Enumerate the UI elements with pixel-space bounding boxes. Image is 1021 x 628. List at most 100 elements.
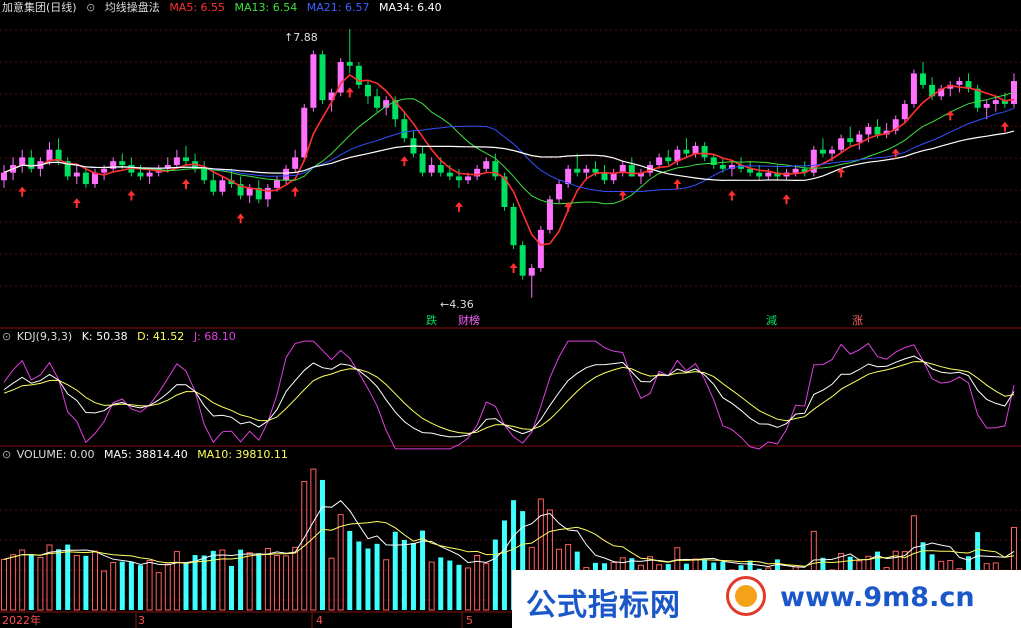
candle-body [82, 172, 89, 185]
candle-body [574, 168, 581, 173]
volume-bar [447, 560, 453, 610]
watermark-text: 公式指标网 [526, 588, 681, 623]
candle-body [656, 157, 663, 165]
vol-ma10-value: MA10: 39810.11 [197, 448, 288, 461]
x-axis-label: 3 [138, 614, 145, 627]
stock-name: 加意集团(日线) [2, 1, 77, 14]
kdj-name: KDJ(9,3,3) [16, 330, 73, 343]
candle-body [856, 134, 863, 143]
candle-body [601, 172, 608, 181]
volume-bar [91, 550, 98, 611]
candle-body [292, 157, 299, 169]
candle-body [182, 157, 189, 162]
candle-body [847, 138, 854, 143]
volume-bar [420, 530, 426, 610]
volume-bar [137, 565, 143, 610]
candle-body [446, 172, 453, 177]
volume-bar [83, 555, 89, 610]
watermark-banner: 公式指标网 www.9m8.cn [512, 570, 1021, 628]
candle-body [310, 54, 317, 108]
volume-bar [356, 541, 362, 610]
volume-bar [383, 559, 390, 611]
candle-body [692, 145, 699, 154]
volume-bar [101, 570, 108, 611]
candle-body [792, 168, 799, 173]
volume-bar [56, 549, 62, 610]
watermark-url: www.9m8.cn [780, 582, 975, 613]
candle-body [683, 149, 690, 154]
ma13-value: MA13: 6.54 [234, 1, 298, 14]
volume-bar [283, 555, 290, 611]
volume-bar [192, 555, 198, 610]
candle-body [1, 172, 7, 181]
volume-bar [256, 553, 262, 610]
candle-body [819, 149, 826, 154]
buy-arrow-icon [782, 194, 791, 205]
dropdown-icon[interactable]: ⊙ [86, 1, 95, 14]
buy-arrow-icon [1000, 121, 1009, 132]
price-chart[interactable] [0, 0, 1021, 628]
volume-bar [10, 554, 17, 611]
volume-bar [392, 531, 398, 610]
chart-stage[interactable] [0, 0, 1021, 628]
volume-bar [19, 549, 26, 611]
ma34-value: MA34: 6.40 [378, 1, 442, 14]
buy-arrow-icon [345, 87, 354, 98]
candle-body [283, 168, 290, 181]
volume-bar [273, 554, 280, 611]
x-axis-label: 4 [316, 614, 323, 627]
candle-body [119, 161, 126, 165]
candle-body [701, 145, 708, 158]
ma21-value: MA21: 6.57 [306, 1, 370, 14]
buy-arrow-icon [18, 186, 27, 197]
volume-bar [410, 543, 416, 610]
candle-body [510, 206, 517, 246]
volume-bar [73, 554, 80, 611]
candle-body [355, 65, 362, 85]
volume-ma5-line [3, 500, 1015, 568]
candle-body [901, 103, 908, 120]
watermark-logo-icon [726, 576, 766, 616]
kdj-dropdown-icon[interactable]: ⊙ [2, 330, 11, 343]
signal-label: 财榜 [458, 314, 480, 327]
vol-name: VOLUME: 0.00 [16, 448, 95, 461]
candle-body [273, 180, 280, 188]
vol-dropdown-icon[interactable]: ⊙ [2, 448, 11, 461]
signal-label: 減 [766, 314, 777, 327]
volume-bar [238, 549, 244, 610]
x-axis-label: 5 [466, 614, 473, 627]
buy-arrow-icon [181, 179, 190, 189]
volume-bar [292, 546, 299, 611]
ma5-value: MA5: 6.55 [169, 1, 226, 14]
volume-bar [228, 566, 234, 610]
high-price-label: ↑7.88 [284, 31, 318, 44]
candle-body [719, 165, 726, 169]
volume-bar [374, 543, 380, 610]
volume-bar [173, 551, 180, 611]
volume-bar [37, 556, 44, 611]
candle-body [874, 126, 881, 135]
volume-bar [28, 554, 34, 610]
volume-bar [328, 557, 335, 611]
buy-arrow-icon [891, 148, 900, 159]
volume-bar [501, 520, 507, 610]
candle-body [419, 153, 426, 173]
ma13-line [3, 91, 1015, 205]
buy-arrow-icon [236, 213, 245, 224]
volume-bar [365, 548, 371, 610]
candle-body [28, 157, 35, 169]
candle-body [264, 187, 271, 200]
candle-body [920, 73, 927, 85]
candle-body [528, 268, 535, 276]
ma5-line [3, 73, 1015, 246]
candle-body [19, 157, 26, 165]
candle-body [173, 157, 180, 165]
low-price-label: ←4.36 [440, 298, 474, 311]
vol-ma5-value: MA5: 38814.40 [103, 448, 188, 461]
volume-bar [428, 561, 435, 611]
volume-bar [474, 554, 481, 611]
kdj-j-line [3, 340, 1015, 450]
signal-label: 涨 [852, 314, 863, 327]
candle-body [364, 84, 371, 97]
candle-body [838, 138, 845, 150]
